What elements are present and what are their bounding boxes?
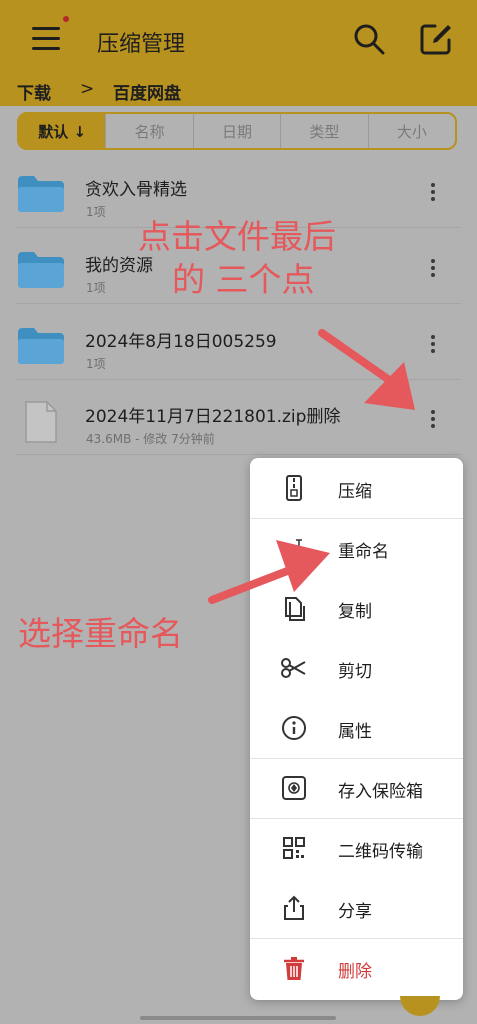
breadcrumb-item-download[interactable]: 下载 (17, 79, 51, 104)
file-name: 2024年8月18日005259 (85, 332, 277, 352)
share-icon (284, 895, 304, 920)
chevron-right-icon: > (80, 79, 95, 99)
menu-item-copy[interactable]: 复制 (250, 578, 463, 638)
home-indicator[interactable] (140, 1016, 336, 1020)
file-meta: 1项 (86, 357, 106, 371)
folder-icon (18, 252, 64, 288)
menu-item-cut[interactable]: 剪切 (250, 638, 463, 698)
sort-tab-size[interactable]: 大小 (369, 114, 455, 148)
annotation-text: 选择重命名 (18, 614, 183, 653)
edit-icon[interactable] (419, 22, 453, 56)
info-icon (282, 716, 306, 740)
file-icon (25, 401, 57, 443)
safe-icon (282, 776, 306, 800)
breadcrumb: 下载 > 百度网盘 (0, 76, 477, 106)
annotation-text: 的 三个点 (172, 260, 315, 299)
folder-icon (18, 328, 64, 364)
floating-action-button[interactable] (400, 996, 440, 1016)
more-vertical-icon[interactable] (424, 408, 442, 430)
sort-tab-date[interactable]: 日期 (194, 114, 282, 148)
menu-item-label: 存入保险箱 (338, 782, 423, 802)
menu-item-label: 复制 (338, 602, 372, 622)
file-meta: 1项 (86, 205, 106, 219)
file-meta: 43.6MB - 修改 7分钟前 (86, 432, 215, 446)
context-menu: 压缩 A 重命名 复制 剪切 属性 存入保险箱 二维码传输 分享 删除 (250, 458, 463, 1000)
menu-item-share[interactable]: 分享 (250, 878, 463, 938)
sort-tabs: 默认 ↓ 名称 日期 类型 大小 (17, 112, 457, 150)
menu-item-delete[interactable]: 删除 (250, 938, 463, 998)
menu-item-compress[interactable]: 压缩 (250, 458, 463, 518)
list-item[interactable]: 2024年8月18日005259 1项 (0, 305, 477, 380)
notification-dot (63, 16, 69, 22)
rename-icon: A (282, 539, 302, 561)
file-name: 2024年11月7日221801.zip删除 (85, 407, 341, 427)
folder-icon (18, 176, 64, 212)
file-meta: 1项 (86, 281, 106, 295)
menu-item-rename[interactable]: A 重命名 (250, 518, 463, 578)
menu-item-label: 压缩 (338, 482, 372, 502)
menu-item-label: 分享 (338, 902, 372, 922)
trash-icon (284, 957, 304, 980)
file-name: 贪欢入骨精选 (85, 180, 187, 200)
menu-item-properties[interactable]: 属性 (250, 698, 463, 758)
more-vertical-icon[interactable] (424, 181, 442, 203)
menu-item-label: 剪切 (338, 662, 372, 682)
svg-text:A: A (282, 541, 294, 561)
page-title: 压缩管理 (97, 32, 186, 57)
sort-tab-name[interactable]: 名称 (106, 114, 194, 148)
list-item[interactable]: 2024年11月7日221801.zip删除 43.6MB - 修改 7分钟前 (0, 380, 477, 455)
breadcrumb-item-baidu[interactable]: 百度网盘 (113, 79, 181, 104)
annotation-text: 点击文件最后 (138, 217, 336, 256)
sort-tab-default[interactable]: 默认 ↓ (19, 114, 107, 148)
menu-item-label: 属性 (338, 722, 372, 742)
copy-icon (285, 597, 305, 621)
menu-item-label: 二维码传输 (338, 842, 423, 862)
menu-item-label: 重命名 (338, 542, 389, 562)
sort-tab-type[interactable]: 类型 (281, 114, 369, 148)
zip-icon (286, 475, 302, 501)
scissors-icon (281, 658, 306, 678)
menu-item-safe[interactable]: 存入保险箱 (250, 758, 463, 818)
qr-code-icon (283, 837, 305, 859)
more-vertical-icon[interactable] (424, 257, 442, 279)
search-icon[interactable] (352, 22, 386, 56)
menu-item-qr-transfer[interactable]: 二维码传输 (250, 818, 463, 878)
more-vertical-icon[interactable] (424, 333, 442, 355)
menu-item-label: 删除 (338, 962, 372, 982)
app-bar: 压缩管理 (0, 0, 477, 76)
hamburger-menu-icon[interactable] (30, 22, 64, 56)
